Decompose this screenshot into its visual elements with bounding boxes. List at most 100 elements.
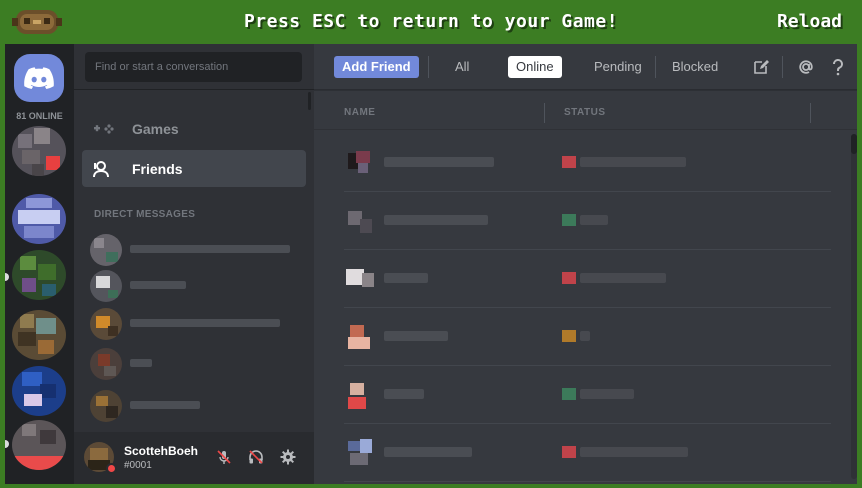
friend-status-redacted (580, 389, 634, 399)
nav-item-label: Friends (132, 160, 183, 177)
search-input[interactable] (85, 52, 302, 82)
friend-name-redacted (384, 157, 494, 167)
gear-icon (280, 449, 296, 465)
sidebar-scrollbar[interactable] (308, 92, 311, 110)
headphones-icon (249, 450, 263, 464)
status-indicator (106, 463, 117, 474)
discord-window: 81 ONLINE Find or start a conversation G… (5, 44, 857, 484)
friend-name-redacted (384, 273, 428, 283)
at-sign-icon (799, 60, 813, 74)
gamepad-icon (92, 117, 116, 141)
friends-scroll-track[interactable] (851, 134, 857, 479)
tab-all[interactable]: All (447, 56, 477, 78)
friend-name-redacted (384, 215, 488, 225)
dm-avatar (90, 348, 122, 380)
tab-pending[interactable]: Pending (586, 56, 650, 78)
user-discriminator: #0001 (124, 460, 152, 471)
friends-toolbar: Add Friend All Online Pending Blocked (314, 44, 857, 90)
friend-avatar (344, 321, 376, 353)
friend-row[interactable] (344, 134, 831, 192)
friend-status-redacted (580, 215, 608, 225)
friend-status-redacted (580, 331, 590, 341)
friends-panel: Add Friend All Online Pending Blocked NA… (314, 44, 857, 484)
deafen-button[interactable] (246, 447, 266, 467)
dm-item[interactable] (90, 389, 300, 423)
toolbar-divider (782, 56, 783, 78)
add-friend-button[interactable]: Add Friend (334, 56, 419, 78)
search-bar (74, 44, 314, 90)
tab-online[interactable]: Online (508, 56, 562, 78)
friend-name-redacted (384, 389, 424, 399)
friends-scrollbar[interactable] (851, 134, 857, 154)
nav-item-friends[interactable]: Friends (82, 150, 306, 187)
friend-row[interactable] (344, 192, 831, 250)
direct-messages-header: DIRECT MESSAGES (94, 209, 196, 220)
toolbar-divider (428, 56, 429, 78)
server-icon[interactable] (12, 194, 66, 244)
tab-blocked[interactable]: Blocked (664, 56, 726, 78)
settings-button[interactable] (278, 447, 298, 467)
dm-item[interactable] (90, 307, 300, 341)
friend-row[interactable] (344, 250, 831, 308)
friend-avatar (344, 205, 376, 237)
dm-name-redacted (130, 281, 186, 289)
friend-name-redacted (384, 447, 472, 457)
dm-name-redacted (130, 319, 280, 327)
friend-row[interactable] (344, 366, 831, 424)
friend-avatar (344, 147, 376, 179)
list-divider (314, 129, 857, 130)
status-indicator (562, 330, 576, 342)
server-unread-indicator (5, 440, 9, 448)
friend-avatar (344, 263, 376, 295)
server-icon[interactable] (12, 250, 66, 300)
online-count: 81 ONLINE (16, 111, 63, 121)
toolbar-divider (655, 56, 656, 78)
column-header-name[interactable]: NAME (344, 107, 375, 118)
help-button[interactable] (827, 56, 849, 78)
friend-status-redacted (580, 157, 686, 167)
status-indicator (562, 272, 576, 284)
friend-row[interactable] (344, 424, 831, 482)
server-icon[interactable] (12, 310, 66, 360)
dm-name-redacted (130, 401, 200, 409)
help-icon (833, 59, 843, 76)
status-indicator (562, 388, 576, 400)
compose-icon (754, 60, 769, 74)
friend-avatar (344, 437, 376, 469)
new-group-dm-button[interactable] (750, 56, 772, 78)
server-icon[interactable] (12, 420, 66, 470)
friend-status-redacted (580, 447, 688, 457)
server-unread-indicator (5, 273, 9, 281)
server-rail: 81 ONLINE (5, 44, 74, 484)
nav-item-games[interactable]: Games (82, 110, 306, 147)
microphone-muted-icon (217, 450, 231, 464)
server-icon[interactable] (12, 126, 66, 176)
column-header-status[interactable]: STATUS (564, 107, 606, 118)
dm-avatar (90, 270, 122, 302)
overlay-bar: Press ESC to return to your Game! Reload (0, 0, 862, 44)
dm-name-redacted (130, 245, 290, 253)
dm-avatar (90, 234, 122, 266)
nav-item-label: Games (132, 120, 179, 137)
dm-item[interactable] (90, 269, 300, 303)
friends-icon (92, 157, 116, 181)
dm-avatar (90, 390, 122, 422)
discord-logo-icon (24, 67, 54, 89)
status-indicator (562, 214, 576, 226)
user-panel: ScottehBoeh #0001 (74, 432, 314, 484)
column-divider (810, 103, 811, 123)
status-indicator (562, 446, 576, 458)
dm-item[interactable] (90, 347, 300, 381)
friend-row[interactable] (344, 308, 831, 366)
friend-status-redacted (580, 273, 666, 283)
username: ScottehBoeh (124, 444, 199, 458)
home-button[interactable] (14, 54, 64, 102)
server-icon[interactable] (12, 366, 66, 416)
friend-avatar (344, 379, 376, 411)
dm-avatar (90, 308, 122, 340)
mentions-button[interactable] (795, 56, 817, 78)
dm-item[interactable] (90, 233, 300, 267)
reload-button[interactable]: Reload (777, 11, 842, 32)
mute-button[interactable] (214, 447, 234, 467)
status-indicator (562, 156, 576, 168)
